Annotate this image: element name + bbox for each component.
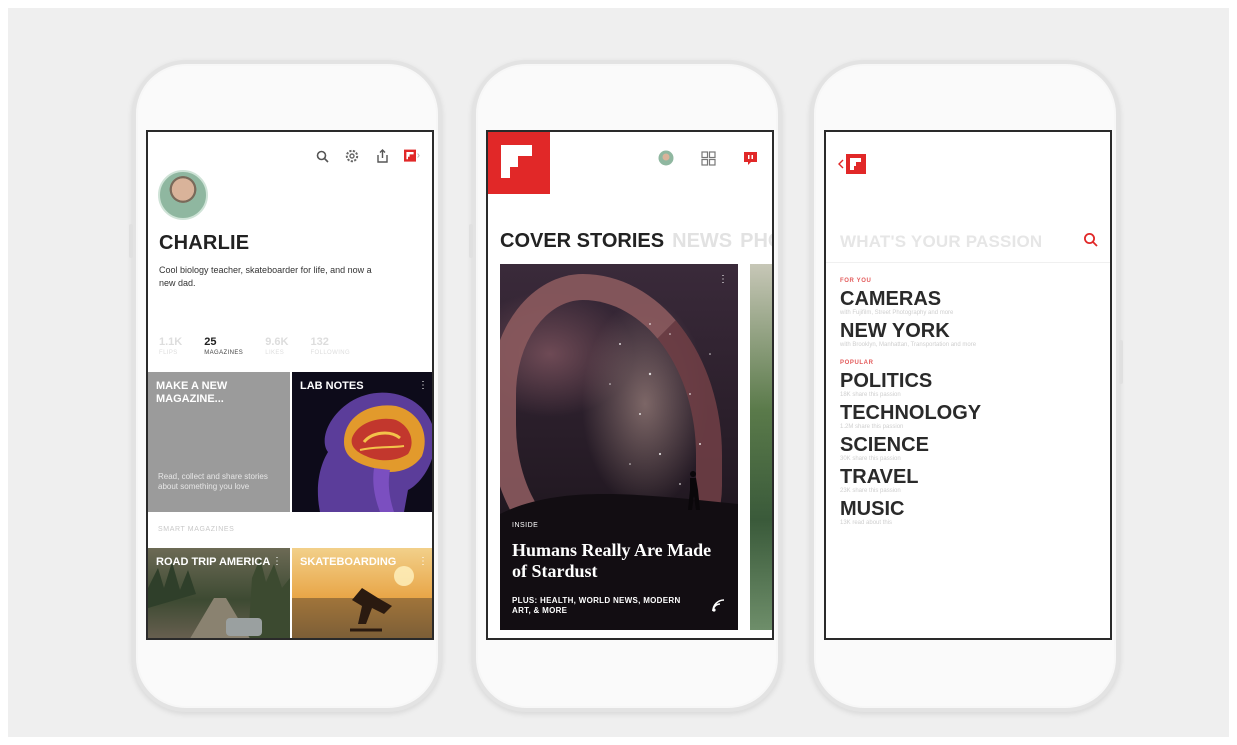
flipboard-logo-icon[interactable]: [404, 148, 420, 164]
passion-name: NEW YORK: [840, 320, 950, 342]
list-item[interactable]: SCIENCE 30K share this passion: [840, 434, 1100, 462]
passion-name: MUSIC: [840, 498, 905, 520]
avatar[interactable]: [158, 170, 208, 220]
stat-following[interactable]: 132 FOLLOWING: [310, 336, 350, 356]
section-label-popular: POPULAR: [840, 360, 874, 366]
passion-subtitle: 18K share this passion: [840, 392, 901, 398]
grid-icon[interactable]: [700, 150, 716, 166]
stat-label: MAGAZINES: [204, 350, 244, 356]
stat-value: 9.6K: [265, 336, 289, 348]
make-magazine-tile[interactable]: MAKE A NEW MAGAZINE... Read, collect and…: [148, 372, 290, 512]
search-icon[interactable]: [314, 148, 330, 164]
section-label-for-you: FOR YOU: [840, 278, 872, 284]
tab-news[interactable]: NEWS: [672, 230, 732, 252]
passion-name: POLITICS: [840, 370, 933, 392]
stat-value: 25: [204, 336, 217, 348]
list-item[interactable]: CAMERAS with Fujifilm, Street Photograph…: [840, 288, 1100, 316]
gear-icon[interactable]: [344, 148, 360, 164]
more-options-icon[interactable]: ⋮: [718, 274, 728, 285]
volume-button: [129, 224, 133, 258]
more-options-icon[interactable]: ⋮: [272, 556, 282, 567]
stat-label: FOLLOWING: [310, 350, 351, 356]
phone-cover-stories: COVER STORIES NEWS PHOTO ⋮ INSIDE: [469, 60, 782, 712]
tile-description: Read, collect and share stories about so…: [158, 472, 268, 491]
passion-subtitle: 1.2M share this passion: [840, 424, 904, 430]
tile-title: SKATEBOARDING: [300, 556, 397, 568]
passion-name: CAMERAS: [840, 288, 942, 310]
list-item[interactable]: POLITICS 18K share this passion: [840, 370, 1100, 398]
tile-title: LAB NOTES: [300, 380, 364, 392]
cover-toolbar: [658, 150, 758, 166]
passion-name: TECHNOLOGY: [840, 402, 982, 424]
list-item[interactable]: MUSIC 13K read about this: [840, 498, 1100, 526]
more-options-icon[interactable]: ⋮: [418, 380, 428, 391]
passion-name: TRAVEL: [840, 466, 919, 488]
passion-list: FOR YOU CAMERAS with Fujifilm, Street Ph…: [840, 278, 1100, 530]
tab-cover-stories[interactable]: COVER STORIES: [500, 230, 664, 252]
phone-profile: CHARLIE Cool biology teacher, skateboard…: [129, 60, 442, 712]
stat-label: LIKES: [265, 350, 285, 356]
showcase-background: CHARLIE Cool biology teacher, skateboard…: [8, 8, 1229, 737]
stat-label: FLIPS: [159, 350, 178, 356]
stat-likes[interactable]: 9.6K LIKES: [265, 336, 288, 356]
stat-value: 132: [310, 336, 329, 348]
passion-subtitle: with Fujifilm, Street Photography and mo…: [840, 310, 954, 316]
list-item[interactable]: TECHNOLOGY 1.2M share this passion: [840, 402, 1100, 430]
profile-screen: CHARLIE Cool biology teacher, skateboard…: [146, 130, 434, 640]
stat-flips[interactable]: 1.1K FLIPS: [159, 336, 182, 356]
road-trip-tile[interactable]: ROAD TRIP AMERICA ⋮: [148, 548, 290, 638]
passion-name: SCIENCE: [840, 434, 929, 456]
divider: [826, 262, 1110, 263]
tile-title: MAKE A NEW MAGAZINE...: [156, 380, 228, 405]
story-plus-line: PLUS: HEALTH, WORLD NEWS, MODERN ART, & …: [512, 596, 681, 615]
passion-title: WHAT'S YOUR PASSION: [840, 232, 1043, 251]
section-tabs: COVER STORIES NEWS PHOTO: [500, 230, 772, 253]
volume-button: [469, 224, 473, 258]
flipboard-logo[interactable]: [488, 132, 550, 194]
passions-screen: WHAT'S YOUR PASSION FOR YOU CAMERAS with…: [824, 130, 1112, 640]
smart-magazines-label: SMART MAGAZINES: [158, 526, 235, 533]
passion-subtitle: 23K share this passion: [840, 488, 901, 494]
list-item[interactable]: NEW YORK with Brooklyn, Manhattan, Trans…: [840, 320, 1100, 348]
back-button[interactable]: [838, 154, 866, 174]
brain-scan-image: [317, 392, 432, 512]
share-icon[interactable]: [374, 148, 390, 164]
phone-passions: WHAT'S YOUR PASSION FOR YOU CAMERAS with…: [810, 60, 1123, 712]
passion-subtitle: 13K read about this: [840, 520, 893, 526]
notifications-icon[interactable]: [742, 150, 758, 166]
story-headline: Humans Really Are Made of Stardust: [512, 540, 712, 581]
cover-story-card[interactable]: ⋮ INSIDE Humans Really Are Made of Stard…: [500, 264, 738, 630]
search-icon[interactable]: [1083, 232, 1098, 252]
next-story-card-peek[interactable]: [750, 264, 772, 630]
lab-notes-tile[interactable]: LAB NOTES ⋮: [292, 372, 432, 512]
tile-title: ROAD TRIP AMERICA: [156, 556, 271, 568]
profile-name: CHARLIE: [159, 232, 250, 254]
profile-toolbar: [314, 148, 420, 164]
cover-stories-screen: COVER STORIES NEWS PHOTO ⋮ INSIDE: [486, 130, 774, 640]
skateboarding-tile[interactable]: SKATEBOARDING ⋮: [292, 548, 432, 638]
list-item[interactable]: TRAVEL 23K share this passion: [840, 466, 1100, 494]
profile-avatar-icon[interactable]: [658, 150, 674, 166]
profile-bio: Cool biology teacher, skateboarder for l…: [159, 265, 372, 288]
more-options-icon[interactable]: ⋮: [418, 556, 428, 567]
passion-subtitle: 30K share this passion: [840, 456, 901, 462]
flip-icon[interactable]: [710, 597, 726, 618]
stat-magazines[interactable]: 25 MAGAZINES: [204, 336, 243, 356]
power-button: [1119, 340, 1123, 384]
tab-photo[interactable]: PHOTO: [740, 230, 772, 252]
passion-subtitle: with Brooklyn, Manhattan, Transportation…: [840, 342, 977, 348]
stat-value: 1.1K: [159, 336, 183, 348]
story-kicker: INSIDE: [512, 522, 539, 529]
flipboard-logo-icon: [846, 154, 866, 174]
profile-stats: 1.1K FLIPS 25 MAGAZINES 9.6K LIKES 132 F…: [159, 336, 350, 356]
chevron-left-icon: [838, 159, 844, 169]
